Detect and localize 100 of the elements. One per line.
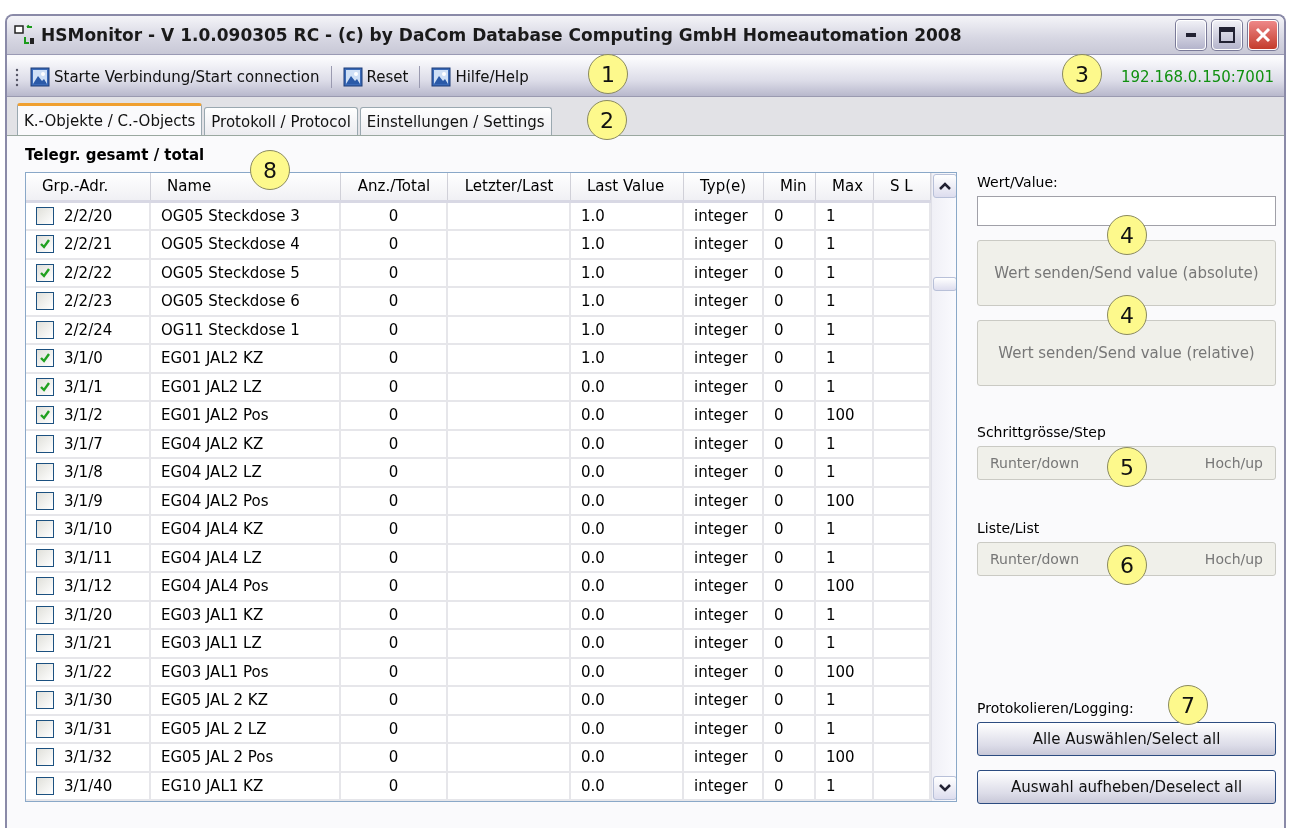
column-header[interactable]: Anz./Total bbox=[341, 173, 448, 200]
group-address: 3/1/21 bbox=[64, 634, 113, 653]
table-cell: integer bbox=[684, 288, 764, 315]
table-cell: 1 bbox=[816, 601, 874, 628]
table-cell: 0 bbox=[341, 573, 448, 600]
table-cell: 0 bbox=[764, 345, 816, 372]
picture-icon bbox=[30, 67, 50, 87]
table-cell: 0 bbox=[341, 402, 448, 429]
row-checkbox[interactable] bbox=[36, 377, 54, 396]
toolbar-button[interactable]: Reset bbox=[339, 65, 412, 89]
tab[interactable]: Protokoll / Protocol bbox=[204, 107, 358, 135]
row-checkbox[interactable] bbox=[36, 263, 54, 282]
table-cell: EG04 JAL4 LZ bbox=[151, 544, 341, 571]
group-address: 3/1/9 bbox=[64, 491, 103, 510]
table-cell: 1 bbox=[816, 459, 874, 486]
row-checkbox[interactable] bbox=[36, 491, 54, 510]
table-cell: integer bbox=[684, 202, 764, 229]
row-checkbox[interactable] bbox=[36, 292, 54, 311]
group-address: 3/1/7 bbox=[64, 434, 103, 453]
table-cell: 0.0 bbox=[571, 687, 684, 714]
table-cell: 1 bbox=[816, 687, 874, 714]
group-address: 3/1/11 bbox=[64, 548, 113, 567]
table-cell: 0 bbox=[341, 772, 448, 799]
table-cell: 1.0 bbox=[571, 288, 684, 315]
table-cell: 0.0 bbox=[571, 544, 684, 571]
row-checkbox[interactable] bbox=[36, 434, 54, 453]
row-checkbox[interactable] bbox=[36, 320, 54, 339]
row-checkbox[interactable] bbox=[36, 605, 54, 624]
table-cell: 1 bbox=[816, 259, 874, 286]
group-address: 2/2/22 bbox=[64, 263, 113, 282]
group-address: 3/1/40 bbox=[64, 776, 113, 795]
table-cell: 0 bbox=[341, 231, 448, 258]
group-address: 3/1/32 bbox=[64, 748, 113, 767]
row-checkbox[interactable] bbox=[36, 349, 54, 368]
table-cell: integer bbox=[684, 772, 764, 799]
table-cell: EG05 JAL 2 LZ bbox=[151, 715, 341, 742]
table-cell: 0 bbox=[764, 459, 816, 486]
row-checkbox[interactable] bbox=[36, 463, 54, 482]
table-cell: OG05 Steckdose 4 bbox=[151, 231, 341, 258]
table-cell: integer bbox=[684, 601, 764, 628]
table-cell: integer bbox=[684, 715, 764, 742]
column-header[interactable]: Typ(e) bbox=[684, 173, 764, 200]
scrollbar-thumb[interactable] bbox=[933, 277, 956, 291]
row-checkbox[interactable] bbox=[36, 634, 54, 653]
checkmark-icon bbox=[39, 266, 51, 279]
table-cell: 0 bbox=[764, 202, 816, 229]
row-checkbox[interactable] bbox=[36, 520, 54, 539]
scroll-up-button[interactable] bbox=[933, 174, 956, 198]
table-cell: 0 bbox=[764, 573, 816, 600]
vertical-scrollbar[interactable] bbox=[931, 173, 956, 801]
group-address: 3/1/8 bbox=[64, 463, 103, 482]
row-checkbox[interactable] bbox=[36, 577, 54, 596]
select-all-button[interactable]: Alle Auswählen/Select all bbox=[977, 722, 1276, 756]
picture-icon bbox=[342, 67, 363, 87]
group-address: 3/1/10 bbox=[64, 520, 113, 539]
table-cell: 0.0 bbox=[571, 430, 684, 457]
scroll-down-button[interactable] bbox=[933, 776, 956, 800]
table-cell: 0 bbox=[764, 231, 816, 258]
toolbar-button[interactable]: Starte Verbindung/Start connection bbox=[27, 65, 323, 89]
tab[interactable]: Einstellungen / Settings bbox=[359, 107, 552, 135]
column-header[interactable]: Min bbox=[764, 173, 816, 200]
minimize-button[interactable] bbox=[1176, 20, 1206, 50]
row-checkbox[interactable] bbox=[36, 206, 54, 225]
table-cell: 0 bbox=[341, 202, 448, 229]
table-cell: 0 bbox=[764, 658, 816, 685]
table-cell: integer bbox=[684, 487, 764, 514]
row-checkbox[interactable] bbox=[36, 406, 54, 425]
table-cell: 1 bbox=[816, 430, 874, 457]
column-header[interactable]: Letzter/Last bbox=[448, 173, 571, 200]
value-input[interactable] bbox=[977, 196, 1276, 226]
table-cell: 0 bbox=[764, 402, 816, 429]
table-cell: integer bbox=[684, 687, 764, 714]
column-header[interactable]: Last Value bbox=[571, 173, 684, 200]
row-checkbox[interactable] bbox=[36, 691, 54, 710]
row-checkbox[interactable] bbox=[36, 235, 54, 254]
table-cell: 100 bbox=[816, 487, 874, 514]
row-checkbox[interactable] bbox=[36, 548, 54, 567]
close-button[interactable] bbox=[1248, 20, 1278, 50]
group-address: 3/1/31 bbox=[64, 719, 113, 738]
table-cell: integer bbox=[684, 402, 764, 429]
toolbar-button[interactable]: Hilfe/Help bbox=[428, 65, 532, 89]
column-header[interactable]: Grp.-Adr. bbox=[26, 173, 151, 200]
row-checkbox[interactable] bbox=[36, 776, 54, 795]
table-cell: integer bbox=[684, 630, 764, 657]
column-header[interactable]: Max bbox=[816, 173, 874, 200]
row-checkbox[interactable] bbox=[36, 748, 54, 767]
telegram-total-label: Telegr. gesamt / total bbox=[25, 146, 206, 164]
table-cell: EG01 JAL2 LZ bbox=[151, 373, 341, 400]
group-address: 3/1/22 bbox=[64, 662, 113, 681]
row-checkbox[interactable] bbox=[36, 662, 54, 681]
toolbar-grip[interactable] bbox=[15, 67, 19, 87]
table-cell: EG04 JAL2 KZ bbox=[151, 430, 341, 457]
row-checkbox[interactable] bbox=[36, 719, 54, 738]
group-address: 3/1/0 bbox=[64, 349, 103, 368]
minimize-icon bbox=[1186, 33, 1196, 37]
table-cell: 0 bbox=[764, 288, 816, 315]
maximize-button[interactable] bbox=[1212, 20, 1242, 50]
deselect-all-button[interactable]: Auswahl aufheben/Deselect all bbox=[977, 770, 1276, 804]
tab[interactable]: K.-Objekte / C.-Objects bbox=[17, 103, 203, 135]
table-cell: 0 bbox=[341, 316, 448, 343]
